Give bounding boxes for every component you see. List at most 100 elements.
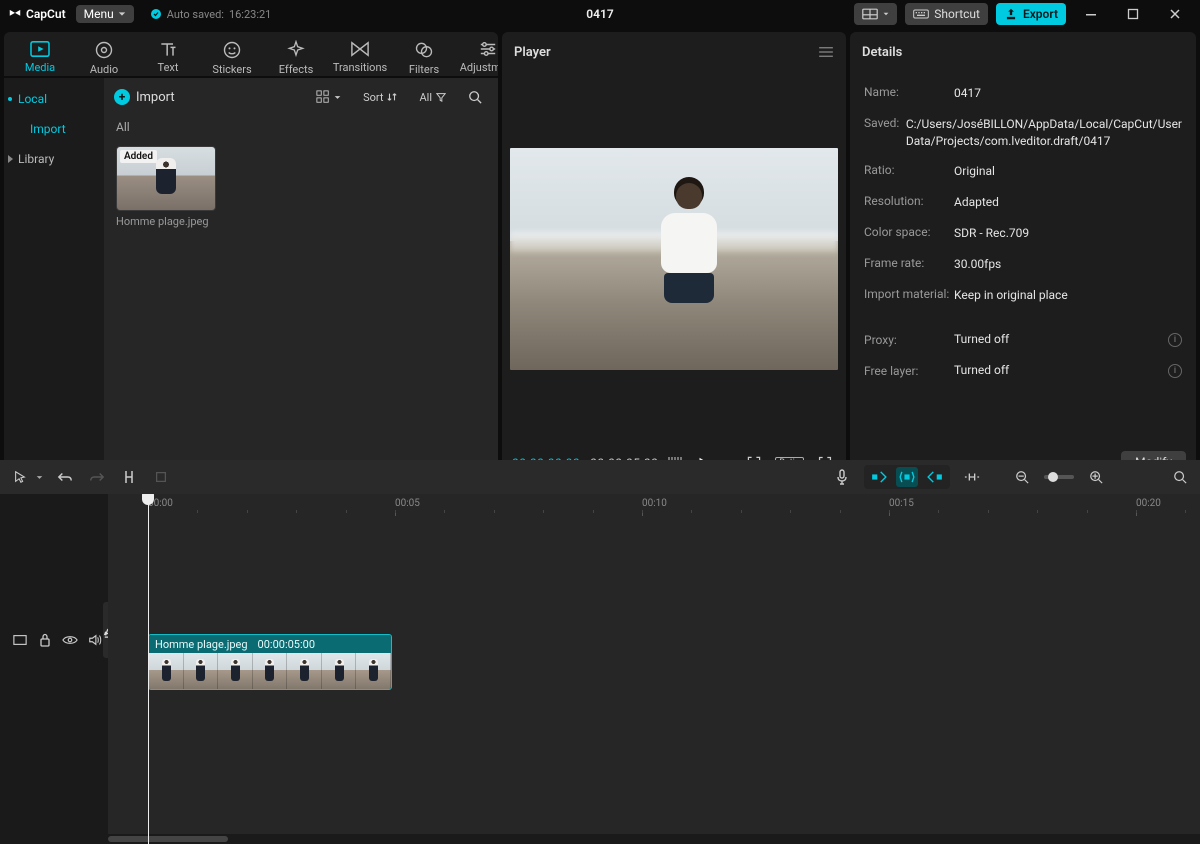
magnet-center[interactable] [896, 467, 918, 487]
adjustment-icon [477, 40, 498, 58]
ruler-tick: 00:20 [1136, 498, 1161, 509]
redo-icon [89, 470, 105, 484]
tab-adjustment[interactable]: Adjustment [466, 40, 498, 76]
details-import-label: Import material: [864, 287, 954, 304]
details-freelayer-value: Turned off [954, 362, 1168, 379]
search-icon [468, 90, 482, 104]
details-saved-value: C:/Users/JoséBILLON/AppData/Local/CapCut… [906, 116, 1182, 150]
delete-tool [151, 467, 171, 487]
effects-icon [286, 40, 306, 60]
lock-icon [39, 633, 51, 647]
zoom-fit-button[interactable] [1170, 467, 1190, 487]
shortcut-button[interactable]: Shortcut [905, 3, 988, 25]
info-icon[interactable]: i [1168, 364, 1182, 378]
text-icon [158, 40, 178, 58]
tab-transitions[interactable]: Transitions [338, 40, 382, 76]
tab-filters[interactable]: Filters [402, 40, 446, 76]
timeline-tracks[interactable]: 00:00 00:05 00:10 00:15 00:20 Homme plag… [108, 494, 1200, 844]
import-button[interactable]: + Import [114, 89, 175, 105]
details-ratio-value: Original [954, 163, 1182, 180]
details-ratio-label: Ratio: [864, 163, 954, 180]
chevron-down-icon [118, 10, 126, 18]
zoom-slider[interactable] [1044, 475, 1074, 479]
chevron-down-icon[interactable] [36, 474, 43, 481]
details-proxy-label: Proxy: [864, 333, 954, 347]
cover-icon [13, 634, 27, 646]
timeline-scrollbar[interactable] [108, 834, 1200, 844]
speaker-icon [88, 633, 102, 647]
clip-name: Homme plage.jpeg [155, 638, 248, 651]
record-vo-button[interactable] [832, 467, 852, 487]
transitions-icon [349, 40, 371, 58]
panel-menu-icon[interactable] [818, 46, 834, 58]
tab-text[interactable]: Text [146, 40, 190, 76]
split-tool[interactable] [119, 467, 139, 487]
eye-icon [62, 634, 78, 646]
search-button[interactable] [462, 86, 488, 108]
export-button[interactable]: Export [996, 3, 1066, 25]
zoom-in-icon [1089, 470, 1103, 484]
menu-button[interactable]: Menu [76, 5, 134, 23]
zoom-out-button[interactable] [1012, 467, 1032, 487]
details-name-label: Name: [864, 85, 954, 102]
sort-icon [387, 92, 397, 102]
magnet-right[interactable] [924, 467, 946, 487]
details-framerate-label: Frame rate: [864, 256, 954, 273]
tab-stickers[interactable]: Stickers [210, 40, 254, 76]
info-icon[interactable]: i [1168, 333, 1182, 347]
link-tool[interactable] [962, 467, 982, 487]
close-button[interactable] [1158, 3, 1192, 25]
view-mode-button[interactable] [310, 86, 347, 108]
track-visibility-button[interactable] [62, 632, 78, 648]
layout-button[interactable] [854, 3, 897, 25]
minimize-button[interactable] [1074, 3, 1108, 25]
project-title: 0417 [586, 7, 613, 21]
added-badge: Added [120, 150, 157, 163]
thumbnail-image: Added [116, 146, 216, 211]
export-icon [1004, 7, 1018, 21]
chevron-down-icon [883, 11, 889, 17]
tab-audio[interactable]: Audio [82, 40, 126, 76]
link-icon [964, 470, 980, 484]
media-thumbnail[interactable]: Added Homme plage.jpeg [116, 146, 216, 228]
sidebar-item-library[interactable]: Library [4, 144, 104, 174]
sort-button[interactable]: Sort [357, 86, 403, 108]
player-title: Player [514, 45, 551, 60]
magnet-left[interactable] [868, 467, 890, 487]
details-proxy-value: Turned off [954, 331, 1168, 348]
grid-icon [316, 90, 330, 104]
tab-media[interactable]: Media [18, 40, 62, 76]
clip-filmstrip [149, 653, 391, 690]
sidebar-item-import[interactable]: Import [4, 114, 104, 144]
track-cover-button[interactable] [12, 632, 28, 648]
stickers-icon [222, 40, 242, 60]
magnet-group [864, 465, 950, 489]
delete-icon [154, 470, 168, 484]
maximize-button[interactable] [1116, 3, 1150, 25]
preview-frame[interactable] [510, 148, 838, 370]
ruler-tick: 00:05 [395, 498, 420, 509]
playhead[interactable] [148, 494, 149, 844]
autosave-status: Auto saved: 16:23:21 [150, 8, 272, 21]
split-icon [122, 469, 136, 485]
plus-icon: + [114, 89, 130, 105]
sidebar-item-local[interactable]: Local [4, 84, 104, 114]
zoom-out-icon [1015, 470, 1029, 484]
thumbnail-name: Homme plage.jpeg [116, 215, 216, 228]
zoom-in-button[interactable] [1086, 467, 1106, 487]
media-filter-all[interactable]: All [104, 116, 498, 138]
filter-all-button[interactable]: All [413, 86, 452, 108]
track-lock-button[interactable] [37, 632, 53, 648]
pointer-tool[interactable] [10, 467, 30, 487]
timeline-ruler[interactable]: 00:00 00:05 00:10 00:15 00:20 [108, 494, 1200, 518]
details-colorspace-label: Color space: [864, 225, 954, 242]
undo-button[interactable] [55, 467, 75, 487]
chevron-down-icon [334, 94, 341, 101]
track-mute-button[interactable] [87, 632, 103, 648]
capcut-icon [8, 7, 22, 21]
timeline-clip[interactable]: Homme plage.jpeg 00:00:05:00 [148, 634, 392, 690]
minimize-icon [1085, 8, 1097, 20]
player-panel: Player 00:00:00:00 00:00:05:00 Ratio [502, 32, 846, 481]
details-freelayer-label: Free layer: [864, 364, 954, 378]
tab-effects[interactable]: Effects [274, 40, 318, 76]
